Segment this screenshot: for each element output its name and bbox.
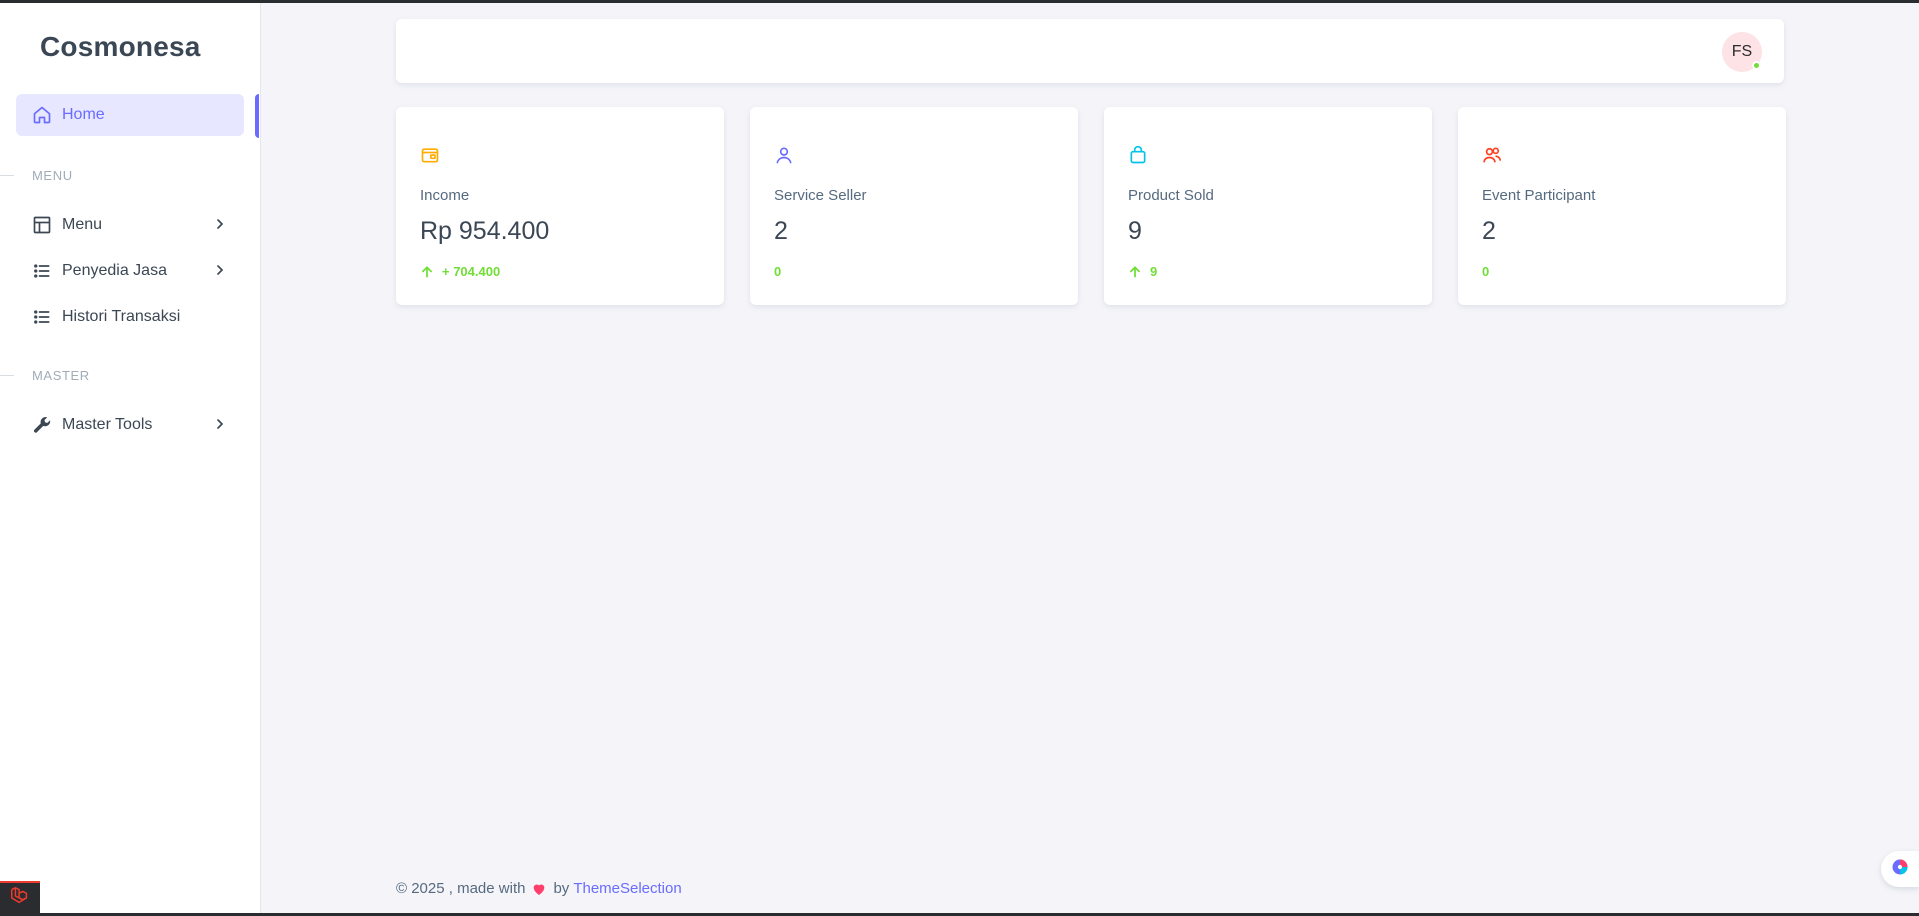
stat-trend-value: 0: [774, 264, 782, 279]
chevron-right-icon: [212, 416, 228, 432]
users-icon: [1482, 145, 1502, 165]
wrench-icon: [32, 415, 52, 435]
stat-trend: 0: [774, 264, 781, 279]
laravel-icon: [9, 885, 31, 912]
stat-card-service-seller: Service Seller 2 0: [750, 107, 1078, 305]
list-icon: [32, 307, 52, 327]
sidebar-item-label: Home: [62, 106, 105, 123]
stat-value: 2: [1482, 217, 1496, 245]
active-indicator: [255, 94, 259, 138]
sidebar: Cosmonesa Home MENU Menu Penyedia Jasa H…: [0, 3, 261, 913]
home-icon: [32, 105, 52, 125]
stat-value: Rp 954.400: [420, 217, 550, 245]
stat-trend-value: 0: [1482, 264, 1490, 279]
sidebar-item-label: Penyedia Jasa: [62, 262, 167, 279]
footer: © 2025 , made with by ThemeSelection: [396, 880, 682, 897]
themeselection-link[interactable]: ThemeSelection: [573, 880, 681, 897]
section-divider: [0, 374, 14, 376]
sidebar-item-histori-transaksi[interactable]: Histori Transaksi: [16, 296, 244, 338]
stat-label: Service Seller: [774, 187, 867, 204]
top-navbar: FS: [396, 19, 1784, 83]
stat-trend-value: + 704.400: [442, 264, 501, 279]
stat-label: Event Participant: [1482, 187, 1596, 204]
palette-icon: [1890, 857, 1910, 882]
stat-value: 9: [1128, 217, 1142, 245]
online-status-dot: [1752, 61, 1761, 70]
stat-value: 2: [774, 217, 788, 245]
stat-label: Product Sold: [1128, 187, 1214, 204]
stat-card-product-sold: Product Sold 9 9: [1104, 107, 1432, 305]
sidebar-item-home[interactable]: Home: [16, 94, 244, 136]
layout-icon: [32, 215, 52, 235]
footer-by: by: [553, 880, 570, 897]
arrow-up-icon: [420, 265, 434, 279]
stat-label: Income: [420, 187, 470, 204]
sidebar-item-label: Master Tools: [62, 416, 153, 433]
sidebar-item-label: Menu: [62, 216, 103, 233]
chevron-right-icon: [212, 262, 228, 278]
stat-card-income: Income Rp 954.400 + 704.400: [396, 107, 724, 305]
user-avatar[interactable]: FS: [1722, 32, 1762, 72]
customizer-button[interactable]: [1881, 851, 1919, 887]
brand-logo[interactable]: Cosmonesa: [40, 31, 201, 63]
stat-trend: 0: [1482, 264, 1489, 279]
avatar-initials: FS: [1731, 43, 1753, 60]
list-icon: [32, 261, 52, 281]
sidebar-item-menu[interactable]: Menu: [16, 204, 244, 246]
debugbar-toggle[interactable]: [0, 881, 40, 913]
heart-icon: [531, 881, 547, 897]
section-header-master: MASTER: [0, 367, 90, 383]
section-title: MENU: [32, 167, 73, 183]
section-divider: [0, 174, 14, 176]
sidebar-item-master-tools[interactable]: Master Tools: [16, 404, 244, 446]
footer-copyright: © 2025 , made with: [396, 880, 526, 897]
user-icon: [774, 145, 794, 165]
sidebar-item-penyedia-jasa[interactable]: Penyedia Jasa: [16, 250, 244, 292]
stat-trend: 9: [1128, 264, 1157, 279]
stat-trend-value: 9: [1150, 264, 1158, 279]
shopping-bag-icon: [1128, 145, 1148, 165]
sidebar-item-label: Histori Transaksi: [62, 308, 181, 325]
stat-card-event-participant: Event Participant 2 0: [1458, 107, 1786, 305]
arrow-up-icon: [1128, 265, 1142, 279]
stat-trend: + 704.400: [420, 264, 500, 279]
section-title: MASTER: [32, 367, 90, 383]
wallet-icon: [420, 145, 440, 165]
chevron-right-icon: [212, 216, 228, 232]
section-header-menu: MENU: [0, 167, 73, 183]
